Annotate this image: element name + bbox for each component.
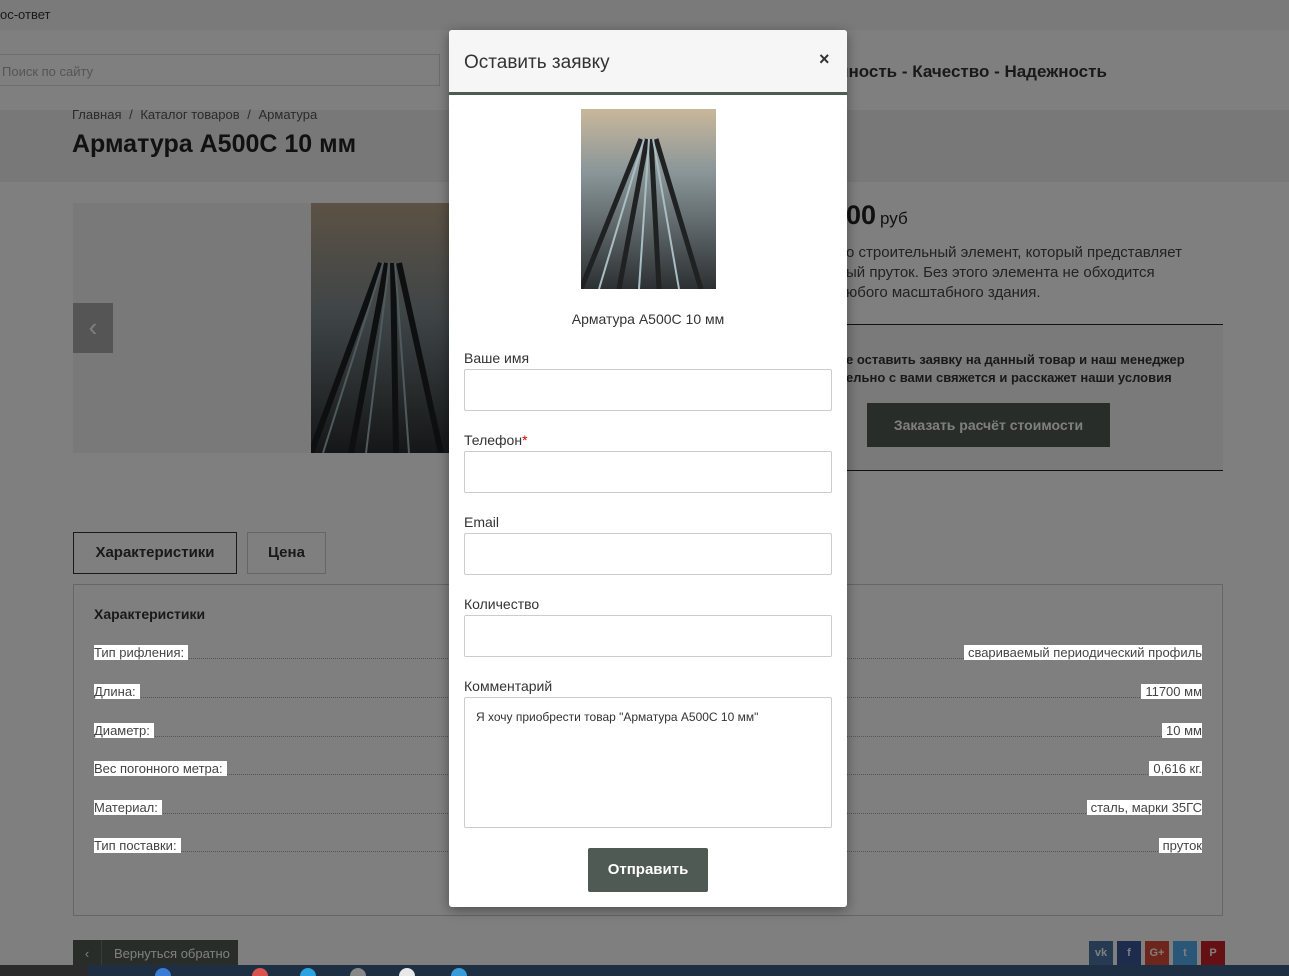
email-label: Email [464,514,500,530]
app-icon[interactable] [252,968,268,976]
spec-key: Диаметр: [94,723,154,738]
name-label: Ваше имя [464,350,530,366]
phone-label: Телефон* [464,432,528,448]
phone-field[interactable] [464,451,832,493]
spec-value: 10 мм [1162,723,1202,738]
start-button[interactable] [0,965,88,976]
phone-label-text: Телефон [464,432,523,448]
app-icon[interactable] [300,968,316,976]
spec-value: 11700 мм [1141,684,1202,699]
modal-header: Оставить заявку × [449,30,847,95]
spec-key: Тип поставки: [94,838,181,853]
spec-value: пруток [1158,838,1202,853]
close-icon[interactable]: × [819,49,830,70]
spec-key: Тип рифления: [94,645,189,660]
modal-title: Оставить заявку [464,52,610,73]
os-taskbar [0,965,1289,976]
spec-value: 0,616 кг. [1149,761,1202,776]
spec-value: сталь, марки 35ГС [1086,800,1202,815]
email-field[interactable] [464,533,832,575]
required-asterisk: * [522,432,528,448]
browser-icon[interactable] [155,968,171,976]
app-icon[interactable] [399,968,415,976]
spec-key: Материал: [94,800,162,815]
submit-button[interactable]: Отправить [588,848,708,892]
spec-key: Вес погонного метра: [94,761,227,776]
order-request-modal: Оставить заявку × Арматура А500С 10 мм В… [449,30,847,907]
quantity-field[interactable] [464,615,832,657]
spec-key: Длина: [94,684,140,699]
name-field[interactable] [464,369,832,411]
modal-product-name: Арматура А500С 10 мм [571,311,725,327]
comment-textarea[interactable]: Я хочу приобрести товар "Арматура А500С … [464,697,832,828]
modal-product-photo [581,109,716,289]
spec-value: свариваемый периодический профиль [963,645,1202,660]
quantity-label: Количество [464,596,540,612]
app-icon[interactable] [451,968,467,976]
app-icon[interactable] [350,968,366,976]
comment-label: Комментарий [464,678,553,694]
